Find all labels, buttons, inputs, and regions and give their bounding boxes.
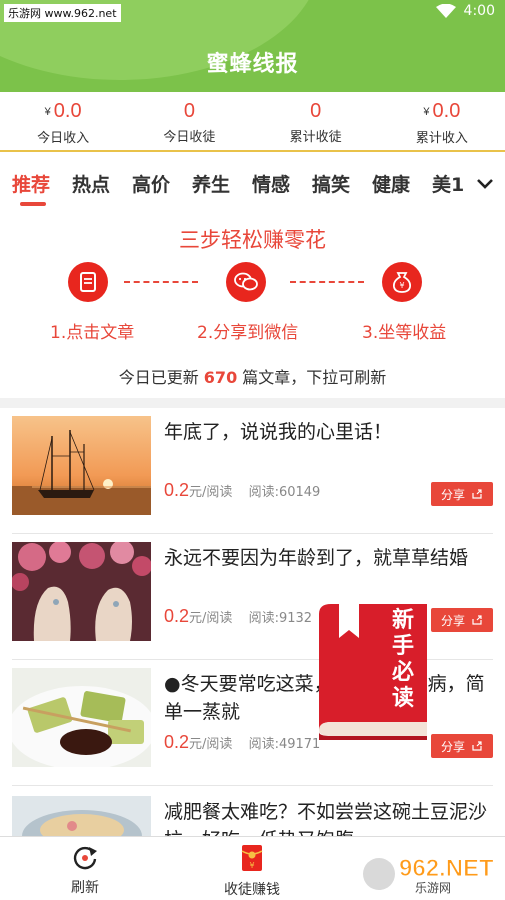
article-meta: 0.2元/阅读 阅读:9132	[164, 606, 312, 627]
update-count: 670	[203, 368, 238, 387]
earnings-stats: ¥0.0 今日收入 0 今日收徒 0 累计收徒 ¥0.0 累计收入	[0, 92, 505, 152]
article-item[interactable]: 年底了，说说我的心里话！ 0.2元/阅读 阅读:60149 分享	[0, 408, 505, 534]
article-price: 0.2	[164, 606, 190, 626]
category-tabs: 推荐 热点 高价 养生 情感 搞笑 健康 美1	[0, 160, 505, 210]
section-divider	[0, 398, 505, 408]
share-button[interactable]: 分享	[431, 734, 493, 758]
step-label: 2.分享到微信	[197, 323, 299, 343]
status-bar: 乐游网 www.962.net 4:00	[0, 0, 505, 24]
svg-text:乐游网: 乐游网	[415, 881, 451, 895]
read-count: 阅读:9132	[248, 611, 313, 626]
article-icon	[68, 262, 108, 302]
price-unit: 元/阅读	[189, 485, 233, 500]
wechat-icon	[226, 262, 266, 302]
step-label: 3.坐等收益	[362, 323, 447, 343]
tab-hot[interactable]: 热点	[72, 170, 110, 197]
site-watermark: 乐游网 www.962.net	[4, 4, 121, 22]
share-icon	[472, 615, 482, 625]
app-title: 蜜蜂线报	[206, 52, 299, 77]
tab-funny[interactable]: 搞笑	[312, 170, 350, 197]
step-connector	[290, 281, 364, 283]
price-unit: 元/阅读	[189, 737, 233, 752]
stat-label: 累计收徒	[289, 130, 342, 145]
currency-symbol: ¥	[423, 105, 430, 118]
chevron-down-icon[interactable]	[475, 176, 495, 192]
step-connector	[124, 281, 198, 283]
nav-refresh[interactable]: 刷新	[60, 843, 110, 897]
step-label: 1.点击文章	[50, 323, 135, 343]
red-packet-icon: ¥	[241, 845, 263, 871]
share-button[interactable]: 分享	[431, 608, 493, 632]
share-icon	[472, 489, 482, 499]
tab-high-price[interactable]: 高价	[132, 170, 170, 197]
stat-label: 今日收徒	[163, 130, 216, 145]
tab-health[interactable]: 健康	[372, 170, 410, 197]
nav-label: 收徒赚钱	[224, 882, 280, 898]
article-meta: 0.2元/阅读 阅读:60149	[164, 480, 320, 501]
app-header: 乐游网 www.962.net 4:00 蜜蜂线报	[0, 0, 505, 92]
stat-total-income[interactable]: ¥0.0 累计收入	[379, 92, 505, 150]
newbie-guide-book[interactable]: 新手必读	[315, 604, 433, 740]
divider	[12, 785, 493, 786]
stat-label: 今日收入	[37, 130, 90, 146]
stat-label: 累计收入	[415, 130, 468, 146]
active-tab-indicator	[20, 202, 46, 206]
article-title[interactable]: 年底了，说说我的心里话！	[164, 418, 492, 446]
article-thumbnail-food	[12, 668, 151, 767]
article-thumbnail-hands-flowers	[12, 542, 151, 641]
wifi-icon	[435, 4, 456, 18]
nav-label: 刷新	[71, 880, 99, 896]
article-thumbnail-sailboat	[12, 416, 151, 515]
svg-text:¥: ¥	[249, 861, 254, 870]
refresh-icon	[73, 846, 97, 870]
clock: 4:00	[463, 3, 495, 19]
stat-total-apprentices[interactable]: 0 累计收徒	[253, 92, 379, 150]
steps-title: 三步轻松赚零花	[179, 228, 326, 252]
article-price: 0.2	[164, 480, 190, 500]
tab-health-care[interactable]: 养生	[192, 170, 230, 197]
share-icon	[472, 741, 482, 751]
site-watermark-logo: 962.NET 乐游网	[359, 846, 499, 896]
read-count: 阅读:60149	[248, 485, 321, 500]
update-notice: 今日已更新 670 篇文章，下拉可刷新	[118, 368, 387, 387]
stat-value: 0.0	[432, 100, 461, 122]
price-unit: 元/阅读	[189, 611, 233, 626]
article-meta: 0.2元/阅读 阅读:49171	[164, 732, 320, 753]
currency-symbol: ¥	[44, 105, 51, 118]
stat-value: 0	[183, 100, 195, 122]
book-text-1: 新手必读	[391, 608, 414, 711]
svg-text:962.NET: 962.NET	[399, 855, 494, 882]
tab-recommended[interactable]: 推荐	[12, 170, 50, 197]
stat-value: 0.0	[53, 100, 82, 122]
money-bag-icon: ¥	[382, 262, 422, 302]
tab-beauty[interactable]: 美1	[432, 170, 464, 197]
tab-emotion[interactable]: 情感	[252, 170, 290, 197]
stat-value: 0	[310, 100, 322, 122]
stat-today-apprentices[interactable]: 0 今日收徒	[126, 92, 252, 150]
article-price: 0.2	[164, 732, 190, 752]
read-count: 阅读:49171	[248, 737, 321, 752]
nav-recruit[interactable]: ¥ 收徒赚钱	[214, 843, 290, 899]
svg-text:¥: ¥	[399, 281, 404, 290]
stat-today-income[interactable]: ¥0.0 今日收入	[0, 92, 126, 150]
app-screen: 乐游网 www.962.net 4:00 蜜蜂线报 ¥0.0 今日收入 0 今日…	[0, 0, 505, 900]
share-button[interactable]: 分享	[431, 482, 493, 506]
article-title[interactable]: 永远不要因为年龄到了，就草草结婚	[164, 544, 492, 572]
